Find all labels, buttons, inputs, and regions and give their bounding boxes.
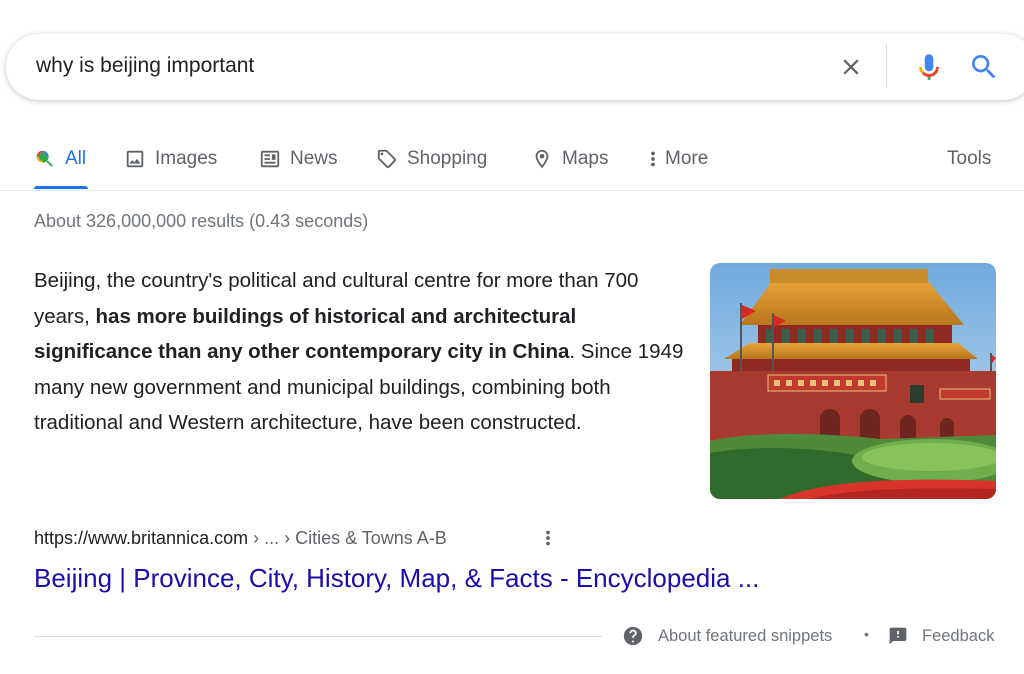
result-breadcrumb: › ... › Cities & Towns A-B xyxy=(248,528,447,548)
feedback-label: Feedback xyxy=(922,626,995,645)
search-tabs: All Images News Shopping Maps More Tools xyxy=(0,128,1024,191)
map-pin-icon xyxy=(535,149,549,169)
tab-all[interactable]: All xyxy=(34,142,86,176)
more-vert-icon xyxy=(651,151,655,167)
clear-icon[interactable] xyxy=(838,54,864,80)
more-vert-icon xyxy=(546,530,550,546)
microphone-icon[interactable] xyxy=(912,50,946,84)
tab-shopping-label: Shopping xyxy=(407,148,488,169)
result-title-link[interactable]: Beijing | Province, City, History, Map, … xyxy=(34,563,759,594)
tab-images[interactable]: Images xyxy=(124,142,217,176)
footer-separator: • xyxy=(864,626,869,642)
result-options-button[interactable] xyxy=(538,527,558,549)
divider xyxy=(886,44,887,88)
active-tab-indicator xyxy=(34,186,88,189)
featured-snippet-image[interactable] xyxy=(710,263,996,499)
about-featured-snippets-link[interactable]: About featured snippets xyxy=(622,624,832,648)
about-featured-snippets-label: About featured snippets xyxy=(658,626,833,645)
tools-label: Tools xyxy=(947,148,992,169)
help-icon xyxy=(623,626,643,646)
tools-button[interactable]: Tools xyxy=(947,142,991,176)
tab-all-label: All xyxy=(65,148,87,169)
tag-icon xyxy=(377,149,397,169)
image-icon xyxy=(126,150,144,168)
tab-news[interactable]: News xyxy=(259,142,338,176)
tab-images-label: Images xyxy=(155,148,218,169)
result-url[interactable]: https://www.britannica.com › ... › Citie… xyxy=(34,528,447,549)
search-icon xyxy=(36,150,53,167)
tab-maps-label: Maps xyxy=(562,148,609,169)
search-button[interactable] xyxy=(968,51,1000,83)
snippet-text-bold: has more buildings of historical and arc… xyxy=(34,304,577,364)
search-input[interactable] xyxy=(36,54,796,78)
feedback-icon xyxy=(889,627,907,645)
tab-news-label: News xyxy=(290,148,338,169)
feedback-link[interactable]: Feedback xyxy=(888,624,994,648)
featured-snippet-text: Beijing, the country's political and cul… xyxy=(34,263,684,441)
tab-more-label: More xyxy=(665,148,709,169)
tab-shopping[interactable]: Shopping xyxy=(376,142,487,176)
tab-maps[interactable]: Maps xyxy=(531,142,608,176)
news-icon xyxy=(260,150,280,168)
result-domain: https://www.britannica.com xyxy=(34,528,249,548)
snippet-divider xyxy=(34,636,602,637)
result-stats: About 326,000,000 results (0.43 seconds) xyxy=(34,211,369,231)
search-bar xyxy=(6,34,1024,100)
search-icon xyxy=(972,55,996,79)
tab-more[interactable]: More xyxy=(646,142,708,176)
